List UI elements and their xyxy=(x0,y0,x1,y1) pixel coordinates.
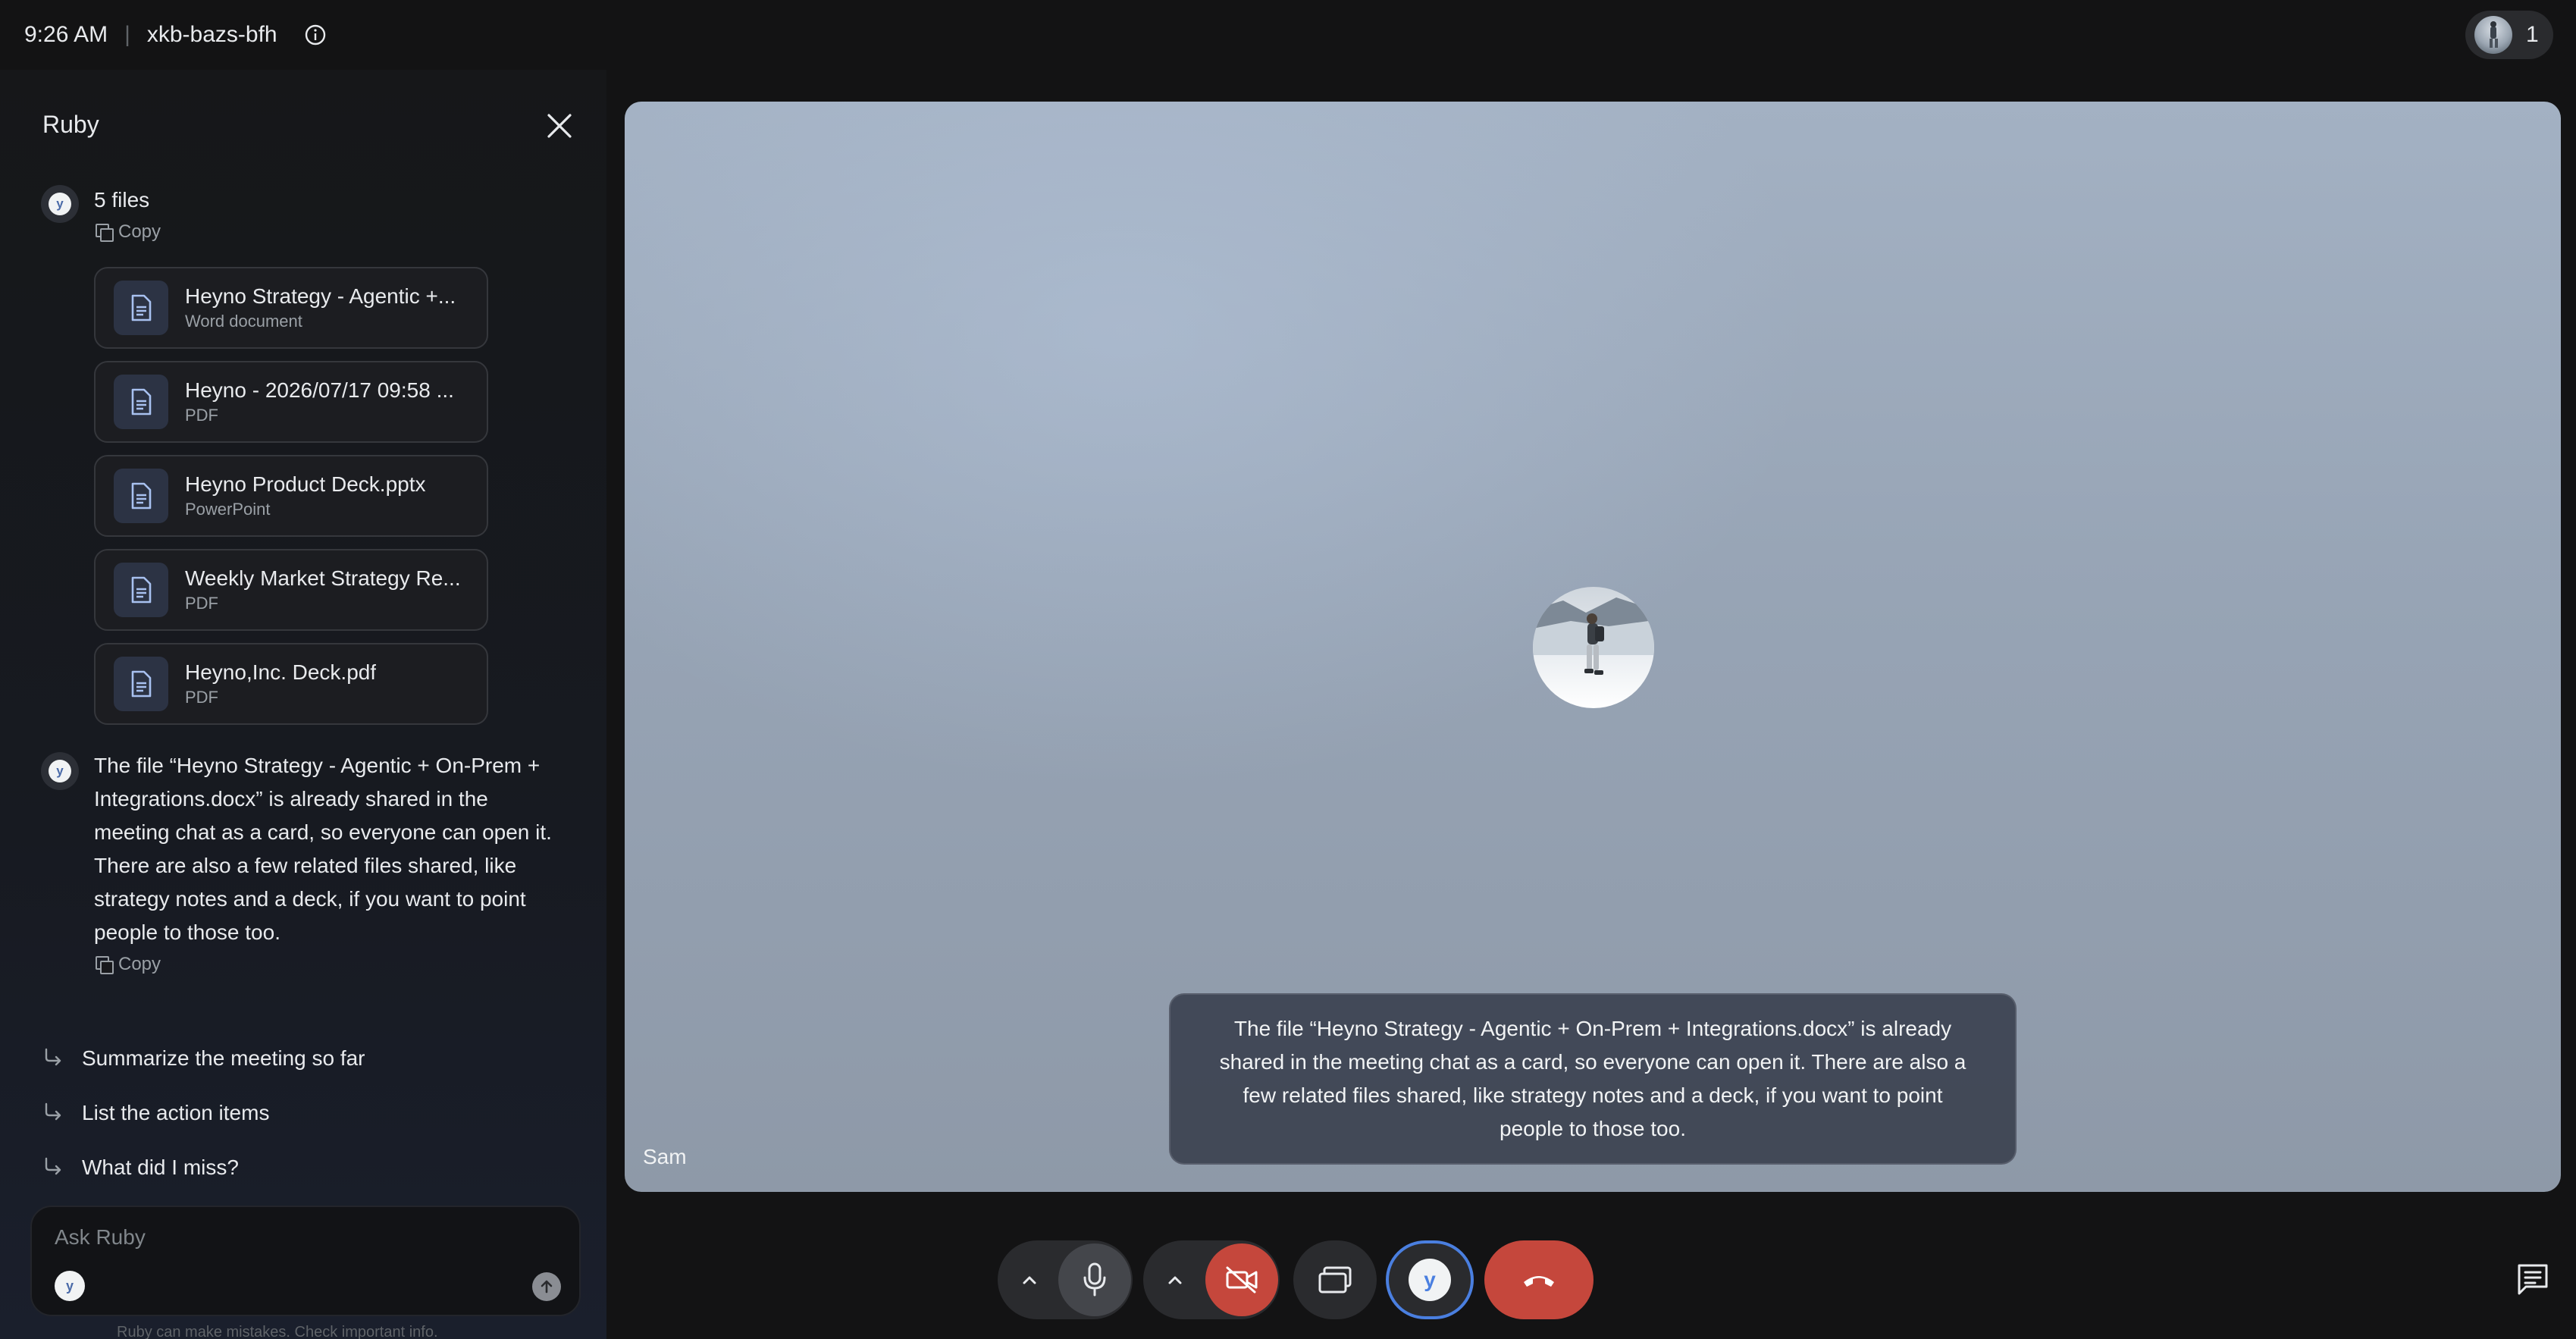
file-type: PDF xyxy=(185,406,218,425)
message-text: 5 files xyxy=(94,188,150,212)
file-type: Word document xyxy=(185,312,302,331)
copy-icon xyxy=(96,224,114,242)
divider: | xyxy=(124,22,130,47)
present-screen-icon xyxy=(1318,1266,1352,1294)
file-name: Heyno,Inc. Deck.pdf xyxy=(185,660,377,684)
microphone-button[interactable] xyxy=(1058,1243,1131,1316)
document-icon xyxy=(114,281,168,335)
video-options-button[interactable] xyxy=(1158,1263,1192,1297)
hang-up-icon xyxy=(1524,1276,1554,1287)
user-avatar xyxy=(2474,16,2512,54)
panel-title: Ruby xyxy=(42,111,99,138)
suggestion-item[interactable]: List the action items xyxy=(42,1101,269,1125)
live-caption: The file “Heyno Strategy - Agentic + On-… xyxy=(1169,993,2017,1165)
file-card[interactable]: Heyno,Inc. Deck.pdf PDF xyxy=(94,643,488,725)
file-card[interactable]: Heyno Strategy - Agentic +... Word docum… xyxy=(94,267,488,349)
file-name: Weekly Market Strategy Re... xyxy=(185,566,461,590)
top-bar: 9:26 AM | xkb-bazs-bfh xyxy=(0,0,2576,70)
meeting-code: xkb-bazs-bfh xyxy=(146,22,277,47)
chat-button[interactable] xyxy=(2515,1262,2550,1297)
document-icon xyxy=(114,563,168,617)
copy-icon xyxy=(96,956,114,974)
reply-arrow-icon xyxy=(42,1047,65,1070)
file-type: PDF xyxy=(185,594,218,613)
participant-avatar xyxy=(1533,587,1654,708)
assistant-panel: Ruby y 5 files Copy Heyno Strategy - Age… xyxy=(0,70,606,1339)
file-name: Heyno Product Deck.pptx xyxy=(185,472,426,496)
file-name: Heyno - 2026/07/17 09:58 ... xyxy=(185,378,454,402)
suggestion-item[interactable]: Summarize the meeting so far xyxy=(42,1046,365,1071)
file-name: Heyno Strategy - Agentic +... xyxy=(185,284,456,308)
copy-button[interactable]: Copy xyxy=(96,954,161,975)
clock: 9:26 AM xyxy=(24,22,108,47)
file-card[interactable]: Heyno Product Deck.pptx PowerPoint xyxy=(94,455,488,537)
answer-text: The file “Heyno Strategy - Agentic + On-… xyxy=(94,754,552,944)
close-panel-button[interactable] xyxy=(543,109,576,143)
leave-call-button[interactable] xyxy=(1484,1240,1594,1319)
chat-icon xyxy=(2518,1264,2548,1295)
file-card[interactable]: Weekly Market Strategy Re... PDF xyxy=(94,549,488,631)
camera-off-button[interactable] xyxy=(1205,1243,1278,1316)
chevron-up-icon xyxy=(1168,1276,1182,1284)
close-icon xyxy=(547,114,572,138)
document-icon xyxy=(114,375,168,429)
assistant-avatar: y xyxy=(41,752,79,790)
copy-button[interactable]: Copy xyxy=(96,221,161,243)
file-type: PDF xyxy=(185,688,218,707)
audio-options-button[interactable] xyxy=(1013,1263,1046,1297)
reply-arrow-icon xyxy=(42,1156,65,1179)
participant-name: Sam xyxy=(643,1145,687,1168)
suggestion-item[interactable]: What did I miss? xyxy=(42,1156,239,1180)
participant-video-tile: The file “Heyno Strategy - Agentic + On-… xyxy=(625,102,2561,1192)
chevron-up-icon xyxy=(1023,1276,1036,1284)
assistant-avatar: y xyxy=(1409,1259,1451,1301)
camera-off-icon xyxy=(1226,1266,1258,1294)
call-controls: y xyxy=(0,1228,2576,1327)
file-card[interactable]: Heyno - 2026/07/17 09:58 ... PDF xyxy=(94,361,488,443)
file-type: PowerPoint xyxy=(185,500,271,519)
document-icon xyxy=(114,469,168,523)
participant-count: 1 xyxy=(2526,22,2539,47)
ruby-assistant-button[interactable]: y xyxy=(1386,1240,1474,1319)
reply-arrow-icon xyxy=(42,1102,65,1124)
assistant-avatar: y xyxy=(41,185,79,223)
present-screen-button[interactable] xyxy=(1293,1240,1377,1319)
microphone-icon xyxy=(1083,1262,1106,1297)
participants-button[interactable]: 1 xyxy=(2465,11,2553,59)
info-icon[interactable] xyxy=(303,23,327,47)
document-icon xyxy=(114,657,168,711)
